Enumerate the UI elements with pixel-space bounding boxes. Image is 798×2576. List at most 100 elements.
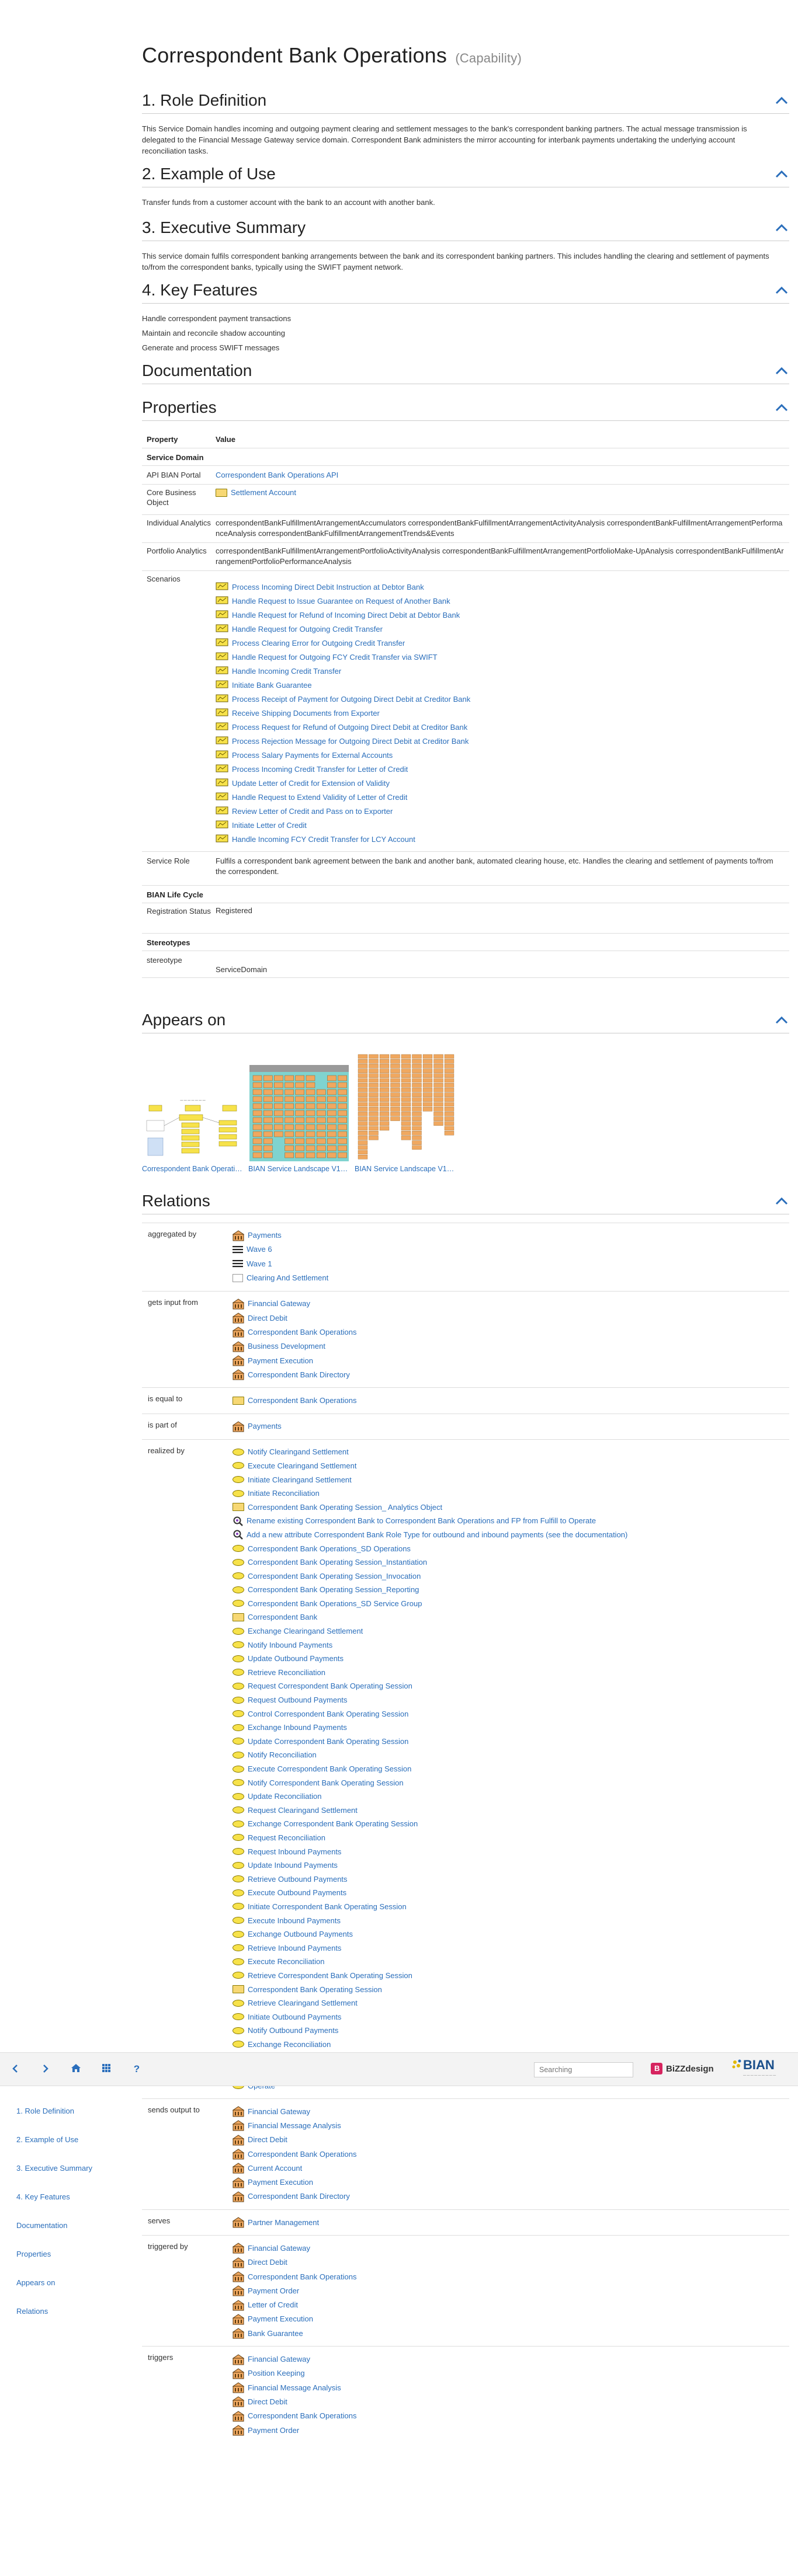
back-arrow-icon[interactable]: [6, 2063, 25, 2076]
relation-item[interactable]: Correspondent Bank Operating Session_ An…: [233, 1500, 789, 1514]
relation-link[interactable]: Direct Debit: [248, 2135, 287, 2144]
scenario-item[interactable]: Handle Request for Outgoing Credit Trans…: [216, 622, 786, 636]
scenario-link[interactable]: Update Letter of Credit for Extension of…: [232, 779, 390, 788]
relation-item[interactable]: Payment Order: [233, 2423, 789, 2437]
relation-item[interactable]: Correspondent Bank Operations: [233, 1393, 789, 1407]
nav-executive-summary[interactable]: 3. Executive Summary: [16, 2164, 92, 2192]
relation-item[interactable]: Initiate Reconciliation: [233, 1487, 789, 1501]
relation-link[interactable]: Correspondent Bank Operating Session: [248, 1985, 382, 1994]
relation-item[interactable]: Wave 1: [233, 1256, 789, 1270]
relation-item[interactable]: Retrieve Clearingand Settlement: [233, 1996, 789, 2010]
relation-link[interactable]: Financial Gateway: [248, 1299, 310, 1308]
relation-link[interactable]: Financial Gateway: [248, 2355, 310, 2363]
relation-item[interactable]: Financial Gateway: [233, 2104, 789, 2118]
relation-item[interactable]: Direct Debit: [233, 1311, 789, 1325]
scenario-item[interactable]: Process Salary Payments for External Acc…: [216, 749, 786, 763]
collapse-chevron-icon[interactable]: [775, 286, 789, 294]
relation-link[interactable]: Notify Clearingand Settlement: [248, 1447, 349, 1456]
nav-example-of-use[interactable]: 2. Example of Use: [16, 2135, 92, 2164]
relation-item[interactable]: Direct Debit: [233, 2133, 789, 2147]
relation-item[interactable]: Correspondent Bank Directory: [233, 1367, 789, 1381]
diagram-caption[interactable]: BIAN Service Landscape V12.0 Value Ch...: [248, 1165, 349, 1173]
nav-key-features[interactable]: 4. Key Features: [16, 2192, 92, 2221]
relation-item[interactable]: Partner Management: [233, 2215, 789, 2229]
relation-item[interactable]: Initiate Clearingand Settlement: [233, 1473, 789, 1487]
relation-link[interactable]: Financial Gateway: [248, 2244, 310, 2253]
relation-link[interactable]: Initiate Reconciliation: [248, 1489, 320, 1498]
scenario-link[interactable]: Initiate Bank Guarantee: [232, 681, 312, 690]
collapse-chevron-icon[interactable]: [775, 1016, 789, 1024]
relation-link[interactable]: Correspondent Bank Operating Session_Inv…: [248, 1572, 421, 1581]
relation-item[interactable]: Direct Debit: [233, 2255, 789, 2269]
relation-item[interactable]: Rename existing Correspondent Bank to Co…: [233, 1514, 789, 1528]
relation-item[interactable]: Payment Execution: [233, 2312, 789, 2326]
relation-item[interactable]: Notify Inbound Payments: [233, 1638, 789, 1652]
relation-link[interactable]: Execute Inbound Payments: [248, 1916, 341, 1925]
relation-link[interactable]: Direct Debit: [248, 2258, 287, 2267]
relation-item[interactable]: Retrieve Outbound Payments: [233, 1872, 789, 1886]
relation-link[interactable]: Retrieve Clearingand Settlement: [248, 1999, 358, 2007]
scenario-item[interactable]: Handle Incoming Credit Transfer: [216, 664, 786, 678]
relation-item[interactable]: Letter of Credit: [233, 2298, 789, 2312]
relation-link[interactable]: Retrieve Correspondent Bank Operating Se…: [248, 1971, 412, 1980]
relation-link[interactable]: Clearing And Settlement: [247, 1273, 328, 1282]
relation-link[interactable]: Correspondent Bank Operations: [248, 2272, 356, 2281]
relation-item[interactable]: Current Account: [233, 2161, 789, 2175]
relation-item[interactable]: Correspondent Bank Operations: [233, 1325, 789, 1339]
relation-item[interactable]: Correspondent Bank Operations_SD Service…: [233, 1597, 789, 1611]
scenario-item[interactable]: Handle Incoming FCY Credit Transfer for …: [216, 833, 786, 847]
nav-properties[interactable]: Properties: [16, 2250, 92, 2278]
scenario-item[interactable]: Process Receipt of Payment for Outgoing …: [216, 692, 786, 706]
forward-arrow-icon[interactable]: [36, 2063, 55, 2076]
relation-link[interactable]: Request Inbound Payments: [248, 1847, 341, 1856]
scenario-item[interactable]: Process Incoming Credit Transfer for Let…: [216, 763, 786, 777]
scenario-link[interactable]: Process Salary Payments for External Acc…: [232, 751, 393, 760]
relation-link[interactable]: Payments: [248, 1422, 282, 1430]
relation-link[interactable]: Direct Debit: [248, 1314, 287, 1322]
relation-link[interactable]: Update Reconciliation: [248, 1792, 321, 1801]
relation-item[interactable]: Exchange Clearingand Settlement: [233, 1624, 789, 1638]
home-icon[interactable]: [67, 2063, 85, 2076]
relation-item[interactable]: Clearing And Settlement: [233, 1270, 789, 1284]
relation-link[interactable]: Update Outbound Payments: [248, 1654, 344, 1663]
relation-link[interactable]: Correspondent Bank Operating Session_Rep…: [248, 1585, 419, 1594]
relation-item[interactable]: Exchange Outbound Payments: [233, 1927, 789, 1941]
diagram-thumbnail[interactable]: BIAN Service Landscape V12.0 Matrix Vi..…: [355, 1053, 456, 1173]
relation-link[interactable]: Notify Inbound Payments: [248, 1641, 332, 1649]
relation-item[interactable]: Correspondent Bank Operating Session_Ins…: [233, 1555, 789, 1569]
relation-item[interactable]: Exchange Correspondent Bank Operating Se…: [233, 1817, 789, 1831]
nav-relations[interactable]: Relations: [16, 2307, 92, 2335]
relation-link[interactable]: Letter of Credit: [248, 2300, 298, 2309]
relation-link[interactable]: Rename existing Correspondent Bank to Co…: [247, 1516, 596, 1525]
relation-link[interactable]: Correspondent Bank Directory: [248, 1370, 350, 1379]
scenario-item[interactable]: Process Rejection Message for Outgoing D…: [216, 734, 786, 749]
relation-item[interactable]: Update Reconciliation: [233, 1790, 789, 1804]
relation-item[interactable]: Update Outbound Payments: [233, 1652, 789, 1666]
relation-link[interactable]: Correspondent Bank Operating Session_Ins…: [248, 1558, 427, 1567]
relation-item[interactable]: Correspondent Bank Operating Session_Rep…: [233, 1583, 789, 1597]
relation-item[interactable]: Correspondent Bank Operating Session_Inv…: [233, 1569, 789, 1583]
nav-documentation[interactable]: Documentation: [16, 2221, 92, 2250]
relation-link[interactable]: Payment Order: [248, 2286, 299, 2295]
relation-link[interactable]: Request Correspondent Bank Operating Ses…: [248, 1682, 412, 1690]
scenario-item[interactable]: Update Letter of Credit for Extension of…: [216, 777, 786, 791]
relation-item[interactable]: Retrieve Inbound Payments: [233, 1941, 789, 1955]
relation-link[interactable]: Add a new attribute Correspondent Bank R…: [247, 1530, 627, 1539]
relation-item[interactable]: Add a new attribute Correspondent Bank R…: [233, 1528, 789, 1542]
relation-item[interactable]: Notify Outbound Payments: [233, 2024, 789, 2038]
collapse-chevron-icon[interactable]: [775, 96, 789, 105]
relation-link[interactable]: Wave 1: [247, 1259, 272, 1268]
relation-link[interactable]: Initiate Outbound Payments: [248, 2013, 341, 2021]
scenario-link[interactable]: Handle Request for Outgoing Credit Trans…: [232, 625, 383, 633]
scenario-link[interactable]: Process Incoming Direct Debit Instructio…: [232, 583, 424, 591]
nav-appears-on[interactable]: Appears on: [16, 2278, 92, 2307]
relation-link[interactable]: Current Account: [248, 2164, 302, 2173]
relation-link[interactable]: Request Outbound Payments: [248, 1696, 348, 1704]
relation-link[interactable]: Notify Outbound Payments: [248, 2026, 338, 2035]
scenario-link[interactable]: Review Letter of Credit and Pass on to E…: [232, 807, 393, 816]
relation-item[interactable]: Position Keeping: [233, 2366, 789, 2380]
relation-item[interactable]: Financial Message Analysis: [233, 2380, 789, 2394]
scenario-item[interactable]: Review Letter of Credit and Pass on to E…: [216, 805, 786, 819]
scenario-item[interactable]: Process Incoming Direct Debit Instructio…: [216, 580, 786, 594]
scenario-link[interactable]: Handle Request for Refund of Incoming Di…: [232, 611, 460, 619]
